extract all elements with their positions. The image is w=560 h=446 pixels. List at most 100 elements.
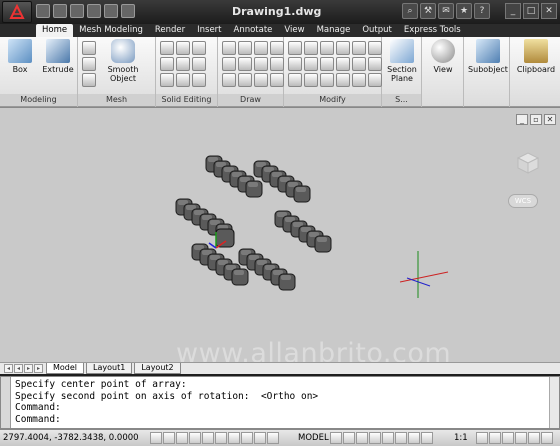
taper-icon[interactable] — [192, 73, 206, 87]
rectangle-icon[interactable] — [238, 57, 252, 71]
clean-screen-icon[interactable] — [541, 432, 553, 444]
erase-icon[interactable] — [336, 41, 350, 55]
tab-express-tools[interactable]: Express Tools — [398, 24, 467, 37]
offset-icon[interactable] — [368, 57, 382, 71]
tab-render[interactable]: Render — [149, 24, 191, 37]
cube-solid[interactable] — [293, 185, 311, 203]
tab-view[interactable]: View — [278, 24, 310, 37]
communication-icon[interactable]: ✉ — [438, 3, 454, 19]
grid-icon[interactable] — [163, 432, 175, 444]
point-icon[interactable] — [238, 73, 252, 87]
command-input[interactable]: Command: — [15, 414, 318, 426]
align-icon[interactable] — [288, 73, 302, 87]
status-bar-menu-icon[interactable] — [528, 432, 540, 444]
hatch-icon[interactable] — [270, 57, 284, 71]
rotate-icon[interactable] — [304, 41, 318, 55]
new-icon[interactable] — [36, 4, 50, 18]
explode-icon[interactable] — [304, 57, 318, 71]
layout-tab-layout2[interactable]: Layout2 — [134, 363, 181, 374]
drawing-viewport[interactable]: _ ▫ ✕ WCS www.allanbrito.com — [0, 107, 560, 369]
view-button[interactable]: View — [425, 39, 461, 74]
circle-icon[interactable] — [222, 57, 236, 71]
save-icon[interactable] — [70, 4, 84, 18]
zoom-icon[interactable] — [369, 432, 381, 444]
cube-solid[interactable] — [278, 273, 296, 291]
ducs-icon[interactable] — [241, 432, 253, 444]
redo-icon[interactable] — [104, 4, 118, 18]
mesh-tool-3-icon[interactable] — [82, 73, 96, 87]
line-icon[interactable] — [222, 41, 236, 55]
spline-icon[interactable] — [270, 41, 284, 55]
lock-icon[interactable] — [489, 432, 501, 444]
box-button[interactable]: Box — [2, 39, 38, 74]
extrude-button[interactable]: Extrude — [40, 39, 76, 74]
cube-solid[interactable] — [314, 235, 332, 253]
subobject-button[interactable]: Subobject — [468, 39, 508, 74]
showmotion-icon[interactable] — [395, 432, 407, 444]
tab-output[interactable]: Output — [356, 24, 398, 37]
annotation-scale[interactable]: 1:1 — [454, 433, 468, 443]
cube-solid[interactable] — [231, 268, 249, 286]
tab-mesh-modeling[interactable]: Mesh Modeling — [73, 24, 149, 37]
imprint-icon[interactable] — [192, 57, 206, 71]
arc-icon[interactable] — [254, 41, 268, 55]
tab-insert[interactable]: Insert — [191, 24, 227, 37]
xline-icon[interactable] — [270, 73, 284, 87]
move-icon[interactable] — [288, 41, 302, 55]
quick-view-drawings-icon[interactable] — [343, 432, 355, 444]
trim-icon[interactable] — [320, 41, 334, 55]
command-scrollbar[interactable] — [549, 377, 559, 428]
tab-home[interactable]: Home — [36, 24, 74, 37]
dyn-icon[interactable] — [254, 432, 266, 444]
extract-edges-icon[interactable] — [192, 41, 206, 55]
ellipse-icon[interactable] — [254, 57, 268, 71]
open-icon[interactable] — [53, 4, 67, 18]
polar-icon[interactable] — [189, 432, 201, 444]
union-icon[interactable] — [160, 41, 174, 55]
section-plane-button[interactable]: Section Plane — [384, 39, 420, 83]
workspace-switching-icon[interactable] — [476, 432, 488, 444]
cube-solid[interactable] — [245, 180, 263, 198]
stretch-icon[interactable] — [320, 57, 334, 71]
layout-tab-layout1[interactable]: Layout1 — [86, 363, 133, 374]
polygon-icon[interactable] — [222, 73, 236, 87]
smooth-object-button[interactable]: Smooth Object — [102, 39, 144, 83]
tab-annotate[interactable]: Annotate — [228, 24, 279, 37]
search-icon[interactable]: ⌕ — [402, 3, 418, 19]
otrack-icon[interactable] — [228, 432, 240, 444]
application-menu-button[interactable] — [2, 1, 32, 23]
cube-solid[interactable] — [215, 228, 235, 248]
mesh-tool-2-icon[interactable] — [82, 57, 96, 71]
subtract-icon[interactable] — [160, 57, 174, 71]
lineweight-icon[interactable] — [267, 432, 279, 444]
coordinate-display[interactable]: 2797.4004, -3782.3438, 0.0000 — [3, 433, 139, 443]
region-icon[interactable] — [254, 73, 268, 87]
copy-icon[interactable] — [352, 41, 366, 55]
scale-icon[interactable] — [336, 57, 350, 71]
isolate-objects-icon[interactable] — [515, 432, 527, 444]
tab-manage[interactable]: Manage — [311, 24, 357, 37]
command-window-grip[interactable] — [1, 377, 11, 428]
3d-osnap-icon[interactable] — [215, 432, 227, 444]
shell-icon[interactable] — [176, 73, 190, 87]
separate-icon[interactable] — [176, 57, 190, 71]
maximize-icon[interactable]: □ — [523, 3, 539, 19]
3d-mirror-icon[interactable] — [336, 73, 350, 87]
model-space-toggle[interactable]: MODEL — [298, 433, 329, 443]
layout-tab-model[interactable]: Model — [46, 363, 85, 374]
close-icon[interactable]: ✕ — [541, 3, 557, 19]
annotation-visibility-icon[interactable] — [408, 432, 420, 444]
edit-icon[interactable] — [368, 73, 382, 87]
quick-view-layouts-icon[interactable] — [330, 432, 342, 444]
snap-icon[interactable] — [150, 432, 162, 444]
3d-rotate-icon[interactable] — [320, 73, 334, 87]
ortho-icon[interactable] — [176, 432, 188, 444]
slice-icon[interactable] — [176, 41, 190, 55]
plot-icon[interactable] — [121, 4, 135, 18]
hardware-acceleration-icon[interactable] — [502, 432, 514, 444]
steering-wheel-icon[interactable] — [382, 432, 394, 444]
3d-array-icon[interactable] — [352, 73, 366, 87]
intersect-icon[interactable] — [160, 73, 174, 87]
undo-icon[interactable] — [87, 4, 101, 18]
3d-move-icon[interactable] — [304, 73, 318, 87]
